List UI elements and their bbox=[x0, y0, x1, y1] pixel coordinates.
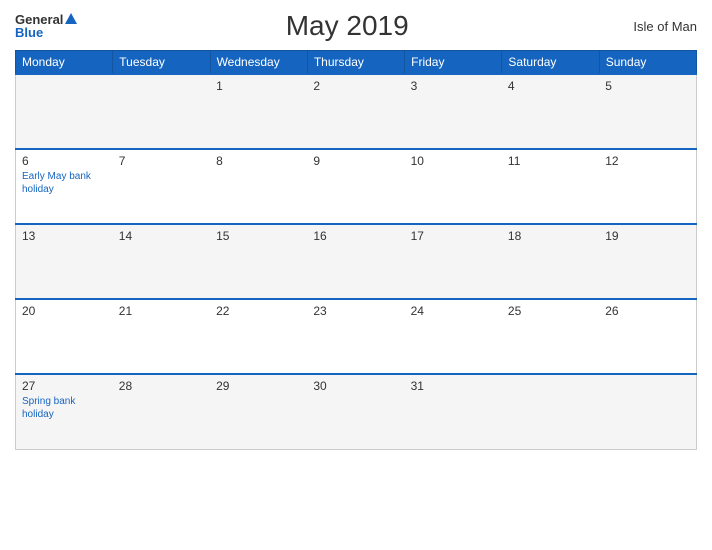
day-number: 27 bbox=[22, 379, 107, 393]
calendar-cell: 8 bbox=[210, 149, 307, 224]
calendar-cell: 29 bbox=[210, 374, 307, 449]
header-thursday: Thursday bbox=[307, 51, 404, 75]
calendar-cell: 2 bbox=[307, 74, 404, 149]
day-number: 6 bbox=[22, 154, 107, 168]
day-number: 8 bbox=[216, 154, 301, 168]
day-number: 18 bbox=[508, 229, 593, 243]
calendar-cell: 13 bbox=[16, 224, 113, 299]
day-number: 29 bbox=[216, 379, 301, 393]
calendar-cell: 6 Early May bank holiday bbox=[16, 149, 113, 224]
calendar-cell: 1 bbox=[210, 74, 307, 149]
calendar-cell bbox=[113, 74, 210, 149]
day-number: 1 bbox=[216, 79, 301, 93]
calendar-cell: 3 bbox=[405, 74, 502, 149]
day-number: 13 bbox=[22, 229, 107, 243]
day-number: 26 bbox=[605, 304, 690, 318]
day-number: 5 bbox=[605, 79, 690, 93]
calendar-cell: 30 bbox=[307, 374, 404, 449]
calendar-cell: 25 bbox=[502, 299, 599, 374]
calendar-cell: 27 Spring bank holiday bbox=[16, 374, 113, 449]
day-number: 30 bbox=[313, 379, 398, 393]
calendar-cell bbox=[599, 374, 696, 449]
calendar-cell: 24 bbox=[405, 299, 502, 374]
calendar-week-row: 12345 bbox=[16, 74, 697, 149]
calendar-cell: 12 bbox=[599, 149, 696, 224]
calendar-cell: 17 bbox=[405, 224, 502, 299]
calendar-cell: 4 bbox=[502, 74, 599, 149]
calendar-week-row: 13 14 15 16 17 18 19 bbox=[16, 224, 697, 299]
calendar-cell: 28 bbox=[113, 374, 210, 449]
logo-blue-text: Blue bbox=[15, 26, 43, 39]
day-number: 4 bbox=[508, 79, 593, 93]
day-number: 14 bbox=[119, 229, 204, 243]
calendar-cell: 31 bbox=[405, 374, 502, 449]
calendar-cell bbox=[502, 374, 599, 449]
day-number: 3 bbox=[411, 79, 496, 93]
calendar-cell: 18 bbox=[502, 224, 599, 299]
calendar-cell: 10 bbox=[405, 149, 502, 224]
logo-triangle-icon bbox=[65, 13, 77, 24]
day-number: 31 bbox=[411, 379, 496, 393]
event-text: Spring bank holiday bbox=[22, 395, 107, 421]
calendar-header: General Blue May 2019 Isle of Man bbox=[15, 10, 697, 42]
calendar-cell: 22 bbox=[210, 299, 307, 374]
calendar-cell: 5 bbox=[599, 74, 696, 149]
day-number: 15 bbox=[216, 229, 301, 243]
calendar-cell: 20 bbox=[16, 299, 113, 374]
day-number: 21 bbox=[119, 304, 204, 318]
day-number: 9 bbox=[313, 154, 398, 168]
day-number: 11 bbox=[508, 154, 593, 168]
calendar-cell: 9 bbox=[307, 149, 404, 224]
calendar-cell: 11 bbox=[502, 149, 599, 224]
calendar-week-row: 6 Early May bank holiday 789 10 11 12 bbox=[16, 149, 697, 224]
calendar-cell: 14 bbox=[113, 224, 210, 299]
calendar-week-row: 27 Spring bank holiday 28 29 30 31 bbox=[16, 374, 697, 449]
calendar-cell: 26 bbox=[599, 299, 696, 374]
day-number: 7 bbox=[119, 154, 204, 168]
day-number: 19 bbox=[605, 229, 690, 243]
header-saturday: Saturday bbox=[502, 51, 599, 75]
day-number: 12 bbox=[605, 154, 690, 168]
day-number: 24 bbox=[411, 304, 496, 318]
calendar-page: General Blue May 2019 Isle of Man Monday… bbox=[0, 0, 712, 550]
calendar-cell: 7 bbox=[113, 149, 210, 224]
header-friday: Friday bbox=[405, 51, 502, 75]
day-number: 20 bbox=[22, 304, 107, 318]
day-number: 23 bbox=[313, 304, 398, 318]
calendar-cell: 23 bbox=[307, 299, 404, 374]
calendar-cell: 19 bbox=[599, 224, 696, 299]
calendar-table: Monday Tuesday Wednesday Thursday Friday… bbox=[15, 50, 697, 450]
day-number: 2 bbox=[313, 79, 398, 93]
header-sunday: Sunday bbox=[599, 51, 696, 75]
weekday-header-row: Monday Tuesday Wednesday Thursday Friday… bbox=[16, 51, 697, 75]
day-number: 22 bbox=[216, 304, 301, 318]
header-wednesday: Wednesday bbox=[210, 51, 307, 75]
calendar-cell: 21 bbox=[113, 299, 210, 374]
header-monday: Monday bbox=[16, 51, 113, 75]
calendar-week-row: 20 21 22 23 24 25 26 bbox=[16, 299, 697, 374]
logo: General Blue bbox=[15, 13, 77, 39]
day-number: 28 bbox=[119, 379, 204, 393]
day-number: 10 bbox=[411, 154, 496, 168]
event-text: Early May bank holiday bbox=[22, 170, 107, 196]
header-tuesday: Tuesday bbox=[113, 51, 210, 75]
day-number: 25 bbox=[508, 304, 593, 318]
calendar-cell: 16 bbox=[307, 224, 404, 299]
day-number: 17 bbox=[411, 229, 496, 243]
day-number: 16 bbox=[313, 229, 398, 243]
calendar-cell bbox=[16, 74, 113, 149]
calendar-cell: 15 bbox=[210, 224, 307, 299]
calendar-title: May 2019 bbox=[77, 10, 617, 42]
region-label: Isle of Man bbox=[617, 19, 697, 34]
